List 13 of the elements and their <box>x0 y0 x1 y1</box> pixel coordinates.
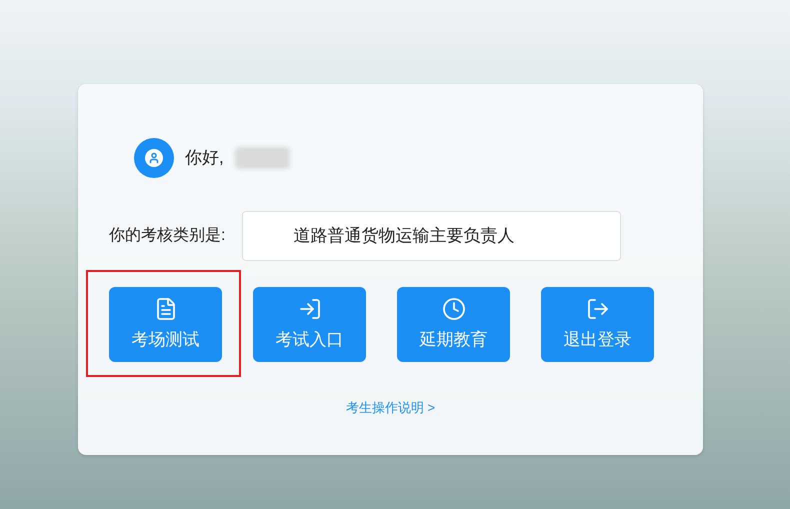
menu-button[interactable]: 考场测试 <box>109 287 222 362</box>
user-avatar-icon <box>134 138 174 178</box>
clock-icon <box>442 296 466 321</box>
exit-icon <box>586 296 610 321</box>
category-field: 道路普通货物运输主要负责人 <box>242 211 622 261</box>
menu-button[interactable]: 考试入口 <box>253 287 366 362</box>
menu-button[interactable]: 延期教育 <box>397 287 510 362</box>
enter-icon <box>298 296 322 321</box>
category-label: 你的考核类别是: <box>109 226 226 246</box>
help-link[interactable]: 考生操作说明 > <box>346 398 436 418</box>
menu-button[interactable]: 退出登录 <box>541 287 654 362</box>
greeting-text: 你好, <box>185 147 224 170</box>
blurred-name <box>234 147 290 169</box>
